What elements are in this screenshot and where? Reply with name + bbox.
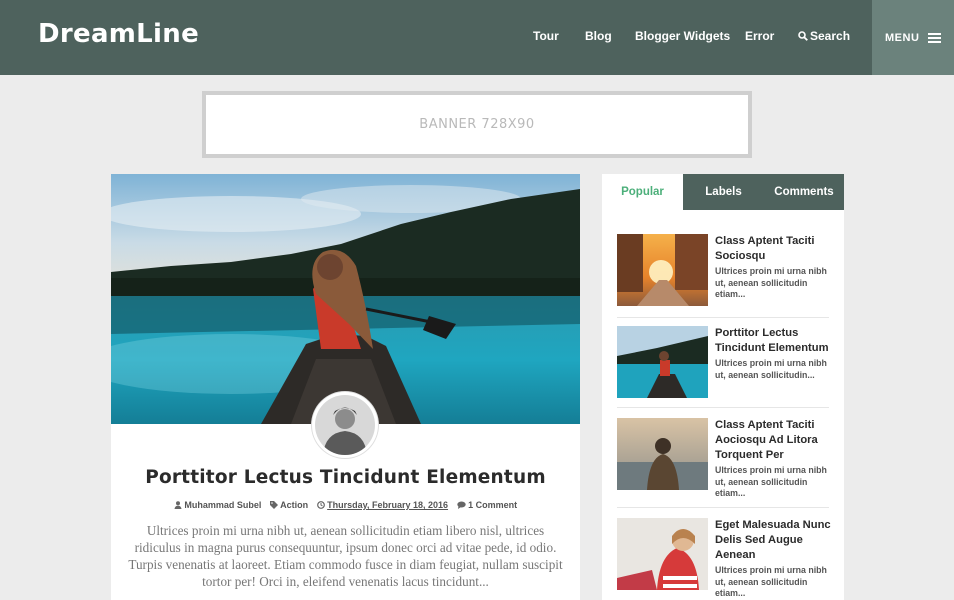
search-label: Search [810,29,851,43]
nav-search-button[interactable]: Search [798,29,850,43]
user-icon [174,501,182,509]
nav-item-tour[interactable]: Tour [533,29,559,43]
item-title[interactable]: Class Aptent Taciti Sociosqu [715,234,831,264]
list-item[interactable]: Eget Malesuada Nunc Delis Sed Augue Aene… [617,518,831,598]
banner-ad[interactable]: BANNER 728X90 [202,91,752,158]
divider [617,407,829,408]
tab-comments[interactable]: Comments [764,174,844,210]
featured-post-card: Porttitor Lectus Tincidunt Elementum Muh… [111,174,580,600]
comment-icon [456,501,466,509]
post-title[interactable]: Porttitor Lectus Tincidunt Elementum [111,467,580,488]
nav-item-blogger-widgets[interactable]: Blogger Widgets [635,29,730,43]
item-title[interactable]: Class Aptent Taciti Aociosqu Ad Litora T… [715,418,831,463]
post-meta: Muhammad Subel Action Thursday, February… [111,500,580,510]
post-comments-count: 1 Comment [468,500,518,510]
post-date-text: Thursday, February 18, 2016 [327,500,449,510]
sidebar-tabs: Popular Labels Comments [602,174,844,210]
list-item[interactable]: Porttitor Lectus Tincidunt Elementum Ult… [617,326,829,398]
nav-item-blog[interactable]: Blog [585,29,612,43]
post-thumbnail[interactable] [617,418,708,490]
post-thumbnail[interactable] [617,234,708,306]
tab-labels[interactable]: Labels [683,174,764,210]
list-item[interactable]: Class Aptent Taciti Aociosqu Ad Litora T… [617,418,831,498]
item-excerpt: Ultrices proin mi urna nibh ut, aenean s… [715,465,827,498]
tab-popular[interactable]: Popular [602,174,683,210]
post-thumbnail[interactable] [617,326,708,398]
post-featured-image[interactable] [111,174,580,424]
post-label-name: Action [280,500,309,510]
item-title[interactable]: Eget Malesuada Nunc Delis Sed Augue Aene… [715,518,831,563]
clock-icon [316,501,325,509]
item-excerpt: Ultrices proin mi urna nibh ut, aenean s… [715,358,827,380]
tag-icon [269,501,278,509]
post-comments[interactable]: 1 Comment [456,500,518,510]
item-title[interactable]: Porttitor Lectus Tincidunt Elementum [715,326,831,356]
post-author[interactable]: Muhammad Subel [174,500,262,510]
menu-label: MENU [885,32,920,44]
site-logo[interactable]: DreamLine [38,19,199,49]
item-excerpt: Ultrices proin mi urna nibh ut, aenean s… [715,266,827,299]
divider [617,317,829,318]
banner-text: BANNER 728X90 [419,117,535,132]
hamburger-icon [928,33,941,43]
post-thumbnail[interactable] [617,518,708,590]
sidebar-widget: Popular Labels Comments Class Aptent Tac… [602,174,844,600]
author-avatar[interactable] [312,392,378,458]
post-date[interactable]: Thursday, February 18, 2016 [316,500,449,510]
post-author-name: Muhammad Subel [184,500,262,510]
search-icon [798,31,808,41]
list-item[interactable]: Class Aptent Taciti Sociosqu Ultrices pr… [617,234,829,306]
post-excerpt: Ultrices proin mi urna nibh ut, aenean s… [128,523,563,589]
nav-item-error[interactable]: Error [745,29,774,43]
site-header: DreamLine Tour Blog Blogger Widgets Erro… [0,0,954,75]
divider [617,507,829,508]
post-label[interactable]: Action [269,500,309,510]
menu-button[interactable]: MENU [872,0,954,75]
item-excerpt: Ultrices proin mi urna nibh ut, aenean s… [715,565,827,598]
